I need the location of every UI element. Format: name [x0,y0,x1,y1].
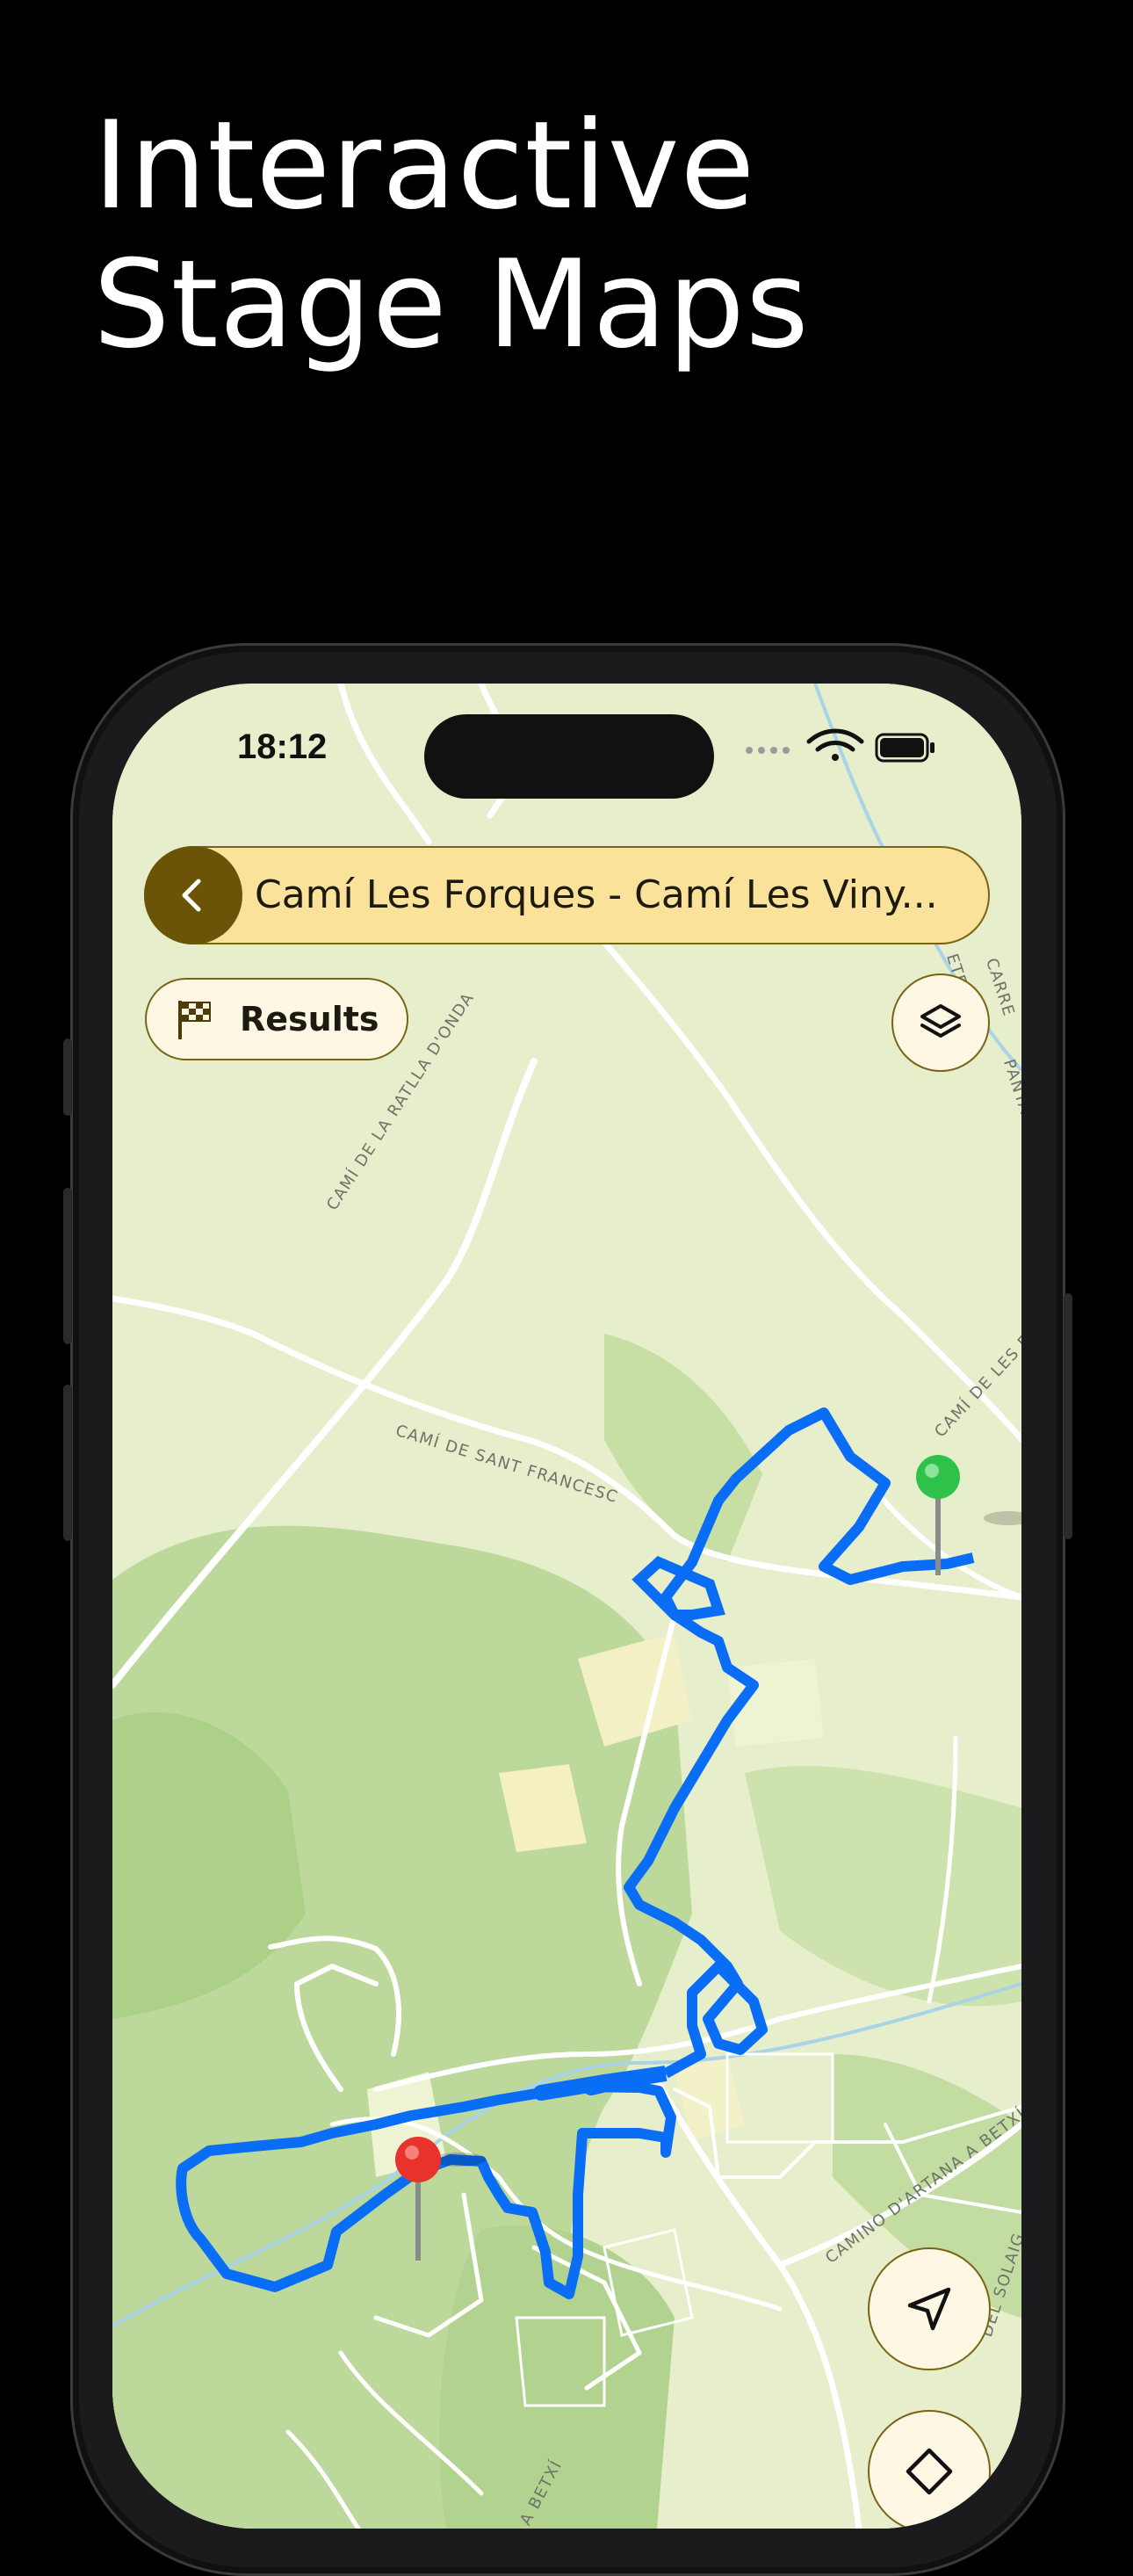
compass-icon [906,2448,953,2495]
wifi-icon [806,728,864,761]
status-icons [746,728,935,763]
phone-side-button [63,1038,72,1116]
headline: Interactive Stage Maps [93,97,810,374]
headline-line-2: Stage Maps [93,234,810,375]
status-time: 18:12 [237,727,328,766]
locate-me-button[interactable] [868,2247,991,2370]
back-button[interactable] [144,846,242,944]
stage-title-bar: Camí Les Forques - Camí Les Viny... [144,846,990,944]
layers-button[interactable] [891,973,990,1072]
phone-volume-up [63,1188,72,1344]
stage-map[interactable] [112,684,1021,2529]
map-mode-button[interactable] [868,2410,991,2529]
layers-icon [920,1004,961,1038]
battery-icon [875,733,935,763]
signal-dots-icon [746,747,790,754]
app-screen: CAMÍ DE LA RATLLA D'ONDA CAMÍ DE SANT FR… [112,684,1021,2529]
checkered-flag-icon [178,1001,211,1039]
phone-power-button [1064,1293,1072,1539]
results-button[interactable]: Results [145,978,408,1060]
stage-title: Camí Les Forques - Camí Les Viny... [255,872,938,917]
navigation-arrow-icon [907,2287,951,2331]
results-label: Results [240,1000,379,1038]
headline-line-1: Interactive [93,95,756,236]
dynamic-island [424,714,714,799]
chevron-left-icon [182,879,201,912]
status-bar: 18:12 [112,684,1021,799]
phone-volume-down [63,1385,72,1541]
